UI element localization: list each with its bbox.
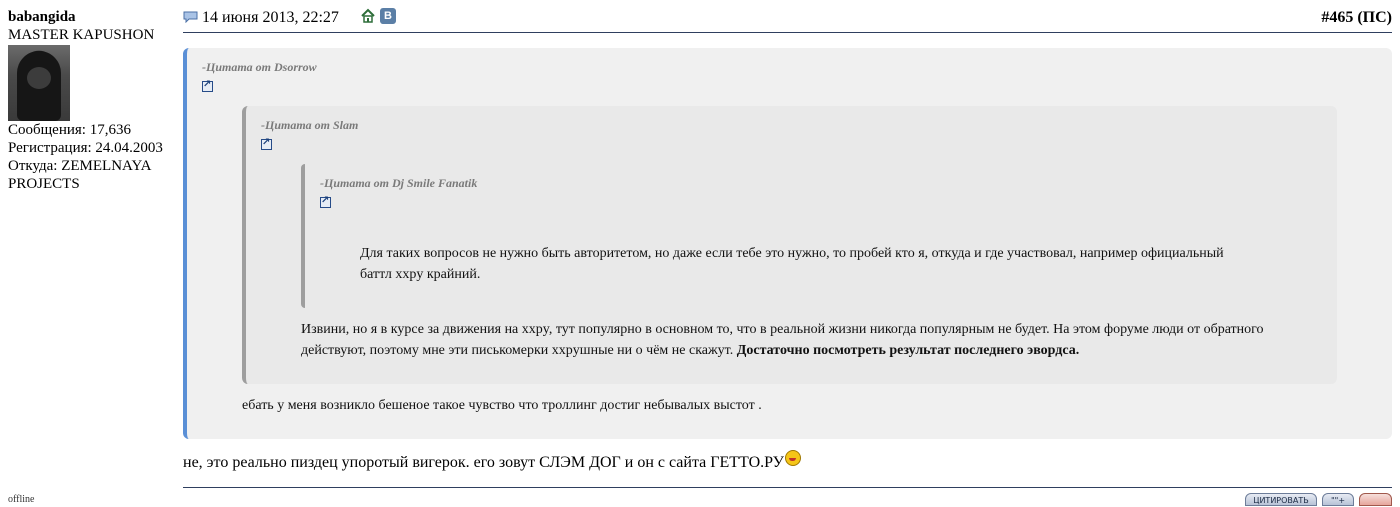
post-message-text: не, это реально пиздец упоротый вигерок.… — [183, 454, 784, 471]
username-link[interactable]: babangida — [8, 8, 178, 26]
quote-button[interactable]: ЦИТИРОВАТЬ — [1245, 493, 1317, 506]
quote-outer-jump-icon[interactable] — [202, 79, 213, 92]
avatar-face — [27, 67, 51, 89]
user-info: babangida MASTER KAPUSHON Сообщения: 17,… — [8, 8, 178, 193]
quote-middle-author: -Цитата от Slam — [261, 118, 359, 132]
user-title: MASTER KAPUSHON — [8, 27, 155, 43]
quote-inner-jump-icon[interactable] — [320, 195, 331, 208]
post-footer-divider — [183, 487, 1392, 488]
quote-middle-text: Извини, но я в курсе за движения на xxpy… — [301, 319, 1301, 361]
tongue-smiley-icon — [785, 450, 801, 466]
post-date: 14 июня 2013, 22:27 — [202, 9, 339, 26]
post-message: не, это реально пиздец упоротый вигерок.… — [183, 450, 801, 472]
user-registration-date: Регистрация: 24.04.2003 — [8, 140, 163, 156]
reply-button[interactable] — [1359, 493, 1392, 506]
post-number: #465 (ПС) — [1321, 9, 1392, 27]
home-icon[interactable] — [360, 8, 376, 29]
post-header: 14 июня 2013, 22:27 В #465 (ПС) — [183, 8, 1392, 33]
quote-outer-text: ебать у меня возникло бешеное такое чувс… — [242, 398, 762, 413]
vk-icon[interactable]: В — [380, 8, 396, 24]
quote-outer-author: -Цитата от Dsorrow — [202, 60, 317, 74]
user-location: Откуда: ZEMELNAYA — [8, 158, 152, 174]
post-icon — [183, 10, 198, 28]
quote-inner-author: -Цитата от Dj Smile Fanatik — [320, 176, 478, 190]
post-number-link[interactable]: #465 — [1321, 9, 1353, 26]
post-number-suffix: (ПС) — [1357, 9, 1392, 26]
online-status: offline — [8, 494, 35, 505]
avatar[interactable] — [8, 45, 70, 121]
user-posts-count: Сообщения: 17,636 — [8, 122, 131, 138]
quote-middle-bold: Достаточно посмотреть результат последне… — [736, 343, 1080, 358]
user-location-continued: PROJECTS — [8, 176, 80, 192]
quote-middle-jump-icon[interactable] — [261, 137, 272, 150]
multi-quote-button[interactable]: ""+ — [1322, 493, 1354, 506]
quote-inner-text: Для таких вопросов не нужно быть авторит… — [360, 246, 1224, 282]
